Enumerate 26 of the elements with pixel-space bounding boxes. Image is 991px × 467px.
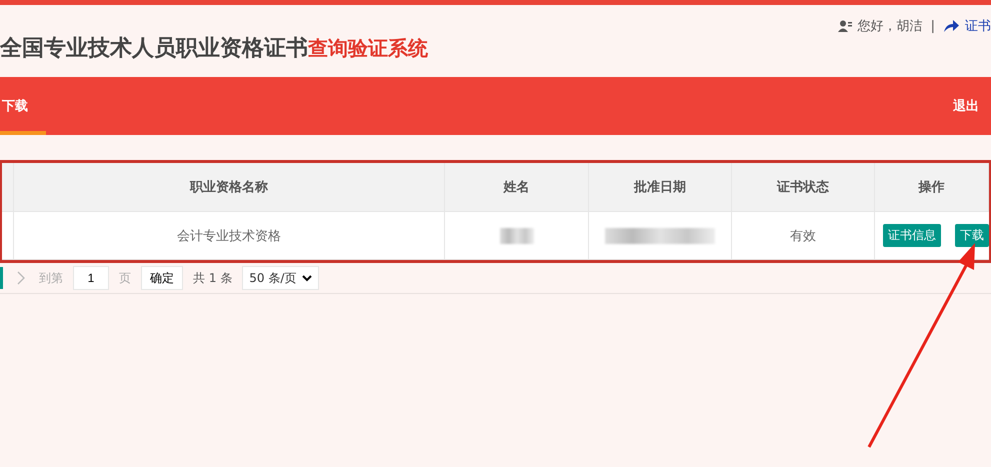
- column-header: 证书状态: [732, 163, 875, 212]
- site-title: 全国专业技术人员职业资格证书: [0, 36, 308, 61]
- chevron-down-icon: [302, 274, 312, 282]
- page-unit-label: 页: [119, 270, 131, 286]
- column-header: 姓名: [445, 163, 589, 212]
- table-cell-text: 会计专业技术资格: [177, 228, 281, 244]
- page-size-select[interactable]: 50 条/页: [242, 266, 320, 290]
- column-header: 操作: [875, 163, 989, 212]
- user-icon: [838, 20, 852, 32]
- action-button[interactable]: 下载: [955, 224, 989, 247]
- certificate-link[interactable]: 证书: [965, 17, 991, 35]
- goto-label: 到第: [39, 270, 63, 286]
- share-arrow-icon[interactable]: [943, 19, 959, 33]
- greeting-text: 您好，胡洁: [858, 18, 923, 35]
- total-count: 共 1 条: [193, 270, 232, 286]
- table-cell-text: 有效: [790, 228, 816, 244]
- action-button[interactable]: 证书信息: [883, 224, 941, 247]
- column-header: 职业资格名称: [14, 163, 445, 212]
- page-input[interactable]: 1: [73, 266, 109, 290]
- separator-text: |: [930, 18, 935, 34]
- confirm-button[interactable]: 确定: [141, 266, 183, 290]
- column-header: 批准日期: [589, 163, 732, 212]
- nav-tab[interactable]: 下载: [0, 77, 46, 135]
- blurred-name: [500, 228, 534, 244]
- site-subtitle: 查询验证系统: [308, 36, 428, 60]
- logout-link[interactable]: 退出: [953, 77, 991, 135]
